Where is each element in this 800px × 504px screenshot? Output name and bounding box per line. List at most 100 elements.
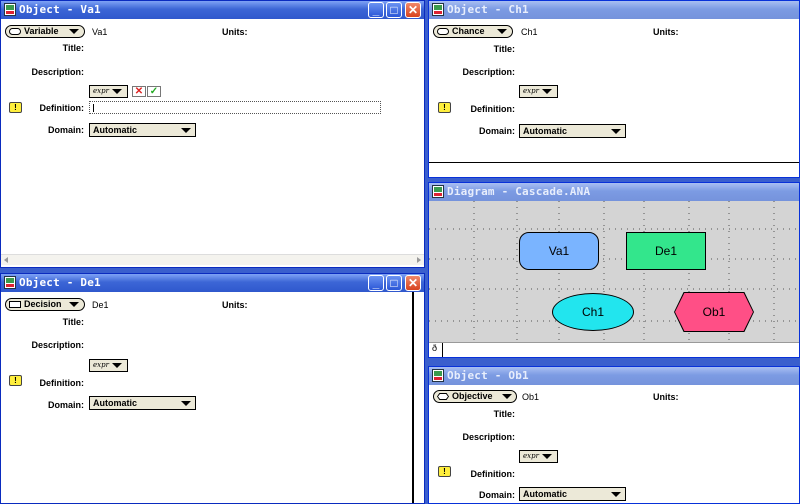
class-selector[interactable]: Chance [433, 25, 513, 38]
object-window-de1[interactable]: Object - De1 _ □ ✕ Decision De1 Units: T… [0, 273, 425, 504]
minimize-button[interactable]: _ [368, 2, 384, 18]
scroll-right-icon[interactable] [417, 257, 421, 263]
class-selector[interactable]: Variable [5, 25, 85, 38]
units-label: Units: [653, 27, 679, 37]
window-title: Object - Va1 [19, 3, 101, 16]
expr-button[interactable]: expr [89, 85, 128, 98]
divider-line [429, 162, 799, 163]
domain-value: Automatic [93, 125, 138, 135]
close-button[interactable]: ✕ [405, 2, 421, 18]
class-selector[interactable]: Decision [5, 298, 85, 311]
domain-value: Automatic [523, 126, 568, 136]
maximize-icon: □ [390, 3, 398, 17]
maximize-button[interactable]: □ [386, 2, 402, 18]
variable-shape-icon [9, 28, 21, 35]
domain-label: Domain: [479, 126, 515, 136]
dropdown-arrow-icon [611, 129, 621, 134]
title-label: Title: [493, 44, 515, 54]
object-window-ch1[interactable]: Object - Ch1 Chance Ch1 Units: Title: De… [428, 0, 800, 178]
node-ch1[interactable]: Ch1 [552, 293, 634, 331]
object-form-ob1: Objective Ob1 Units: Title: Description:… [429, 385, 799, 503]
node-va1[interactable]: Va1 [519, 232, 599, 270]
description-label: Description: [31, 340, 84, 350]
dropdown-arrow-icon [181, 128, 191, 133]
dropdown-arrow-icon [497, 29, 507, 34]
domain-label: Domain: [48, 400, 84, 410]
node-label: De1 [654, 244, 677, 258]
maximize-button[interactable]: □ [386, 275, 402, 291]
definition-label: Definition: [470, 104, 516, 114]
analytica-window-icon [432, 369, 444, 382]
domain-select[interactable]: Automatic [89, 396, 196, 410]
status-glyph: ð [432, 343, 438, 353]
domain-label: Domain: [48, 125, 84, 135]
expr-button[interactable]: expr [519, 85, 558, 98]
accept-edit-button[interactable]: ✓ [147, 86, 161, 97]
titlebar-va1[interactable]: Object - Va1 _ □ ✕ [1, 1, 424, 19]
minimize-icon: _ [372, 3, 380, 17]
analytica-window-icon [4, 276, 16, 289]
scroll-left-icon[interactable] [4, 257, 8, 263]
horizontal-scrollbar[interactable] [1, 254, 424, 265]
class-label: Decision [24, 299, 62, 309]
chance-shape-icon [437, 28, 449, 35]
description-label: Description: [462, 67, 515, 77]
window-title: Object - De1 [19, 276, 101, 289]
titlebar-ob1[interactable]: Object - Ob1 [429, 367, 799, 385]
titlebar-ch1[interactable]: Object - Ch1 [429, 1, 799, 19]
analytica-window-icon [432, 185, 444, 198]
dropdown-arrow-icon [611, 492, 621, 497]
panel-divider [412, 292, 414, 503]
definition-field[interactable] [89, 101, 381, 114]
check-icon: ✓ [149, 86, 159, 97]
dropdown-arrow-icon [542, 89, 552, 94]
window-title: Object - Ch1 [447, 3, 529, 16]
object-window-va1[interactable]: Object - Va1 _ □ ✕ Variable Va1 Units: T… [0, 0, 425, 268]
description-label: Description: [31, 67, 84, 77]
dropdown-arrow-icon [112, 363, 122, 368]
analytica-window-icon [432, 3, 444, 16]
text-caret [93, 104, 94, 112]
status-divider [442, 343, 443, 357]
domain-label: Domain: [479, 490, 515, 500]
objective-shape-icon [437, 393, 449, 400]
node-de1[interactable]: De1 [626, 232, 706, 270]
node-ob1[interactable]: Ob1 [674, 292, 754, 332]
cancel-edit-button[interactable]: ✕ [132, 86, 146, 97]
titlebar-de1[interactable]: Object - De1 _ □ ✕ [1, 274, 424, 292]
object-form-ch1: Chance Ch1 Units: Title: Description: ex… [429, 19, 799, 177]
object-form-va1: Variable Va1 Units: Title: Description: … [1, 19, 424, 267]
identifier-value[interactable]: De1 [92, 300, 109, 310]
units-label: Units: [653, 392, 679, 402]
expr-label: expr [523, 452, 539, 460]
close-icon: ✕ [407, 3, 419, 17]
window-title: Diagram - Cascade.ANA [447, 185, 591, 198]
minimize-button[interactable]: _ [368, 275, 384, 291]
expr-label: expr [93, 361, 109, 369]
class-selector[interactable]: Objective [433, 390, 517, 403]
domain-select[interactable]: Automatic [519, 487, 626, 501]
object-form-de1: Decision De1 Units: Title: Description: … [1, 292, 424, 503]
titlebar-diagram[interactable]: Diagram - Cascade.ANA [429, 183, 799, 201]
diagram-canvas[interactable]: Va1 De1 Ch1 Ob1 [429, 201, 799, 345]
expr-label: expr [93, 87, 109, 95]
identifier-value[interactable]: Ob1 [522, 392, 539, 402]
decision-shape-icon [9, 301, 21, 308]
expr-button[interactable]: expr [519, 450, 558, 463]
identifier-value[interactable]: Va1 [92, 27, 107, 37]
expr-label: expr [523, 87, 539, 95]
dropdown-arrow-icon [542, 454, 552, 459]
title-label: Title: [62, 43, 84, 53]
domain-select[interactable]: Automatic [89, 123, 196, 137]
expr-button[interactable]: expr [89, 359, 128, 372]
object-window-ob1[interactable]: Object - Ob1 Objective Ob1 Units: Title:… [428, 366, 800, 504]
maximize-icon: □ [390, 276, 398, 290]
definition-label: Definition: [470, 469, 516, 479]
domain-select[interactable]: Automatic [519, 124, 626, 138]
close-button[interactable]: ✕ [405, 275, 421, 291]
title-label: Title: [62, 317, 84, 327]
diagram-window[interactable]: Diagram - Cascade.ANA Va1 De1 Ch1 Ob1 ð [428, 182, 800, 358]
window-title: Object - Ob1 [447, 369, 529, 382]
title-label: Title: [493, 409, 515, 419]
identifier-value[interactable]: Ch1 [521, 27, 538, 37]
